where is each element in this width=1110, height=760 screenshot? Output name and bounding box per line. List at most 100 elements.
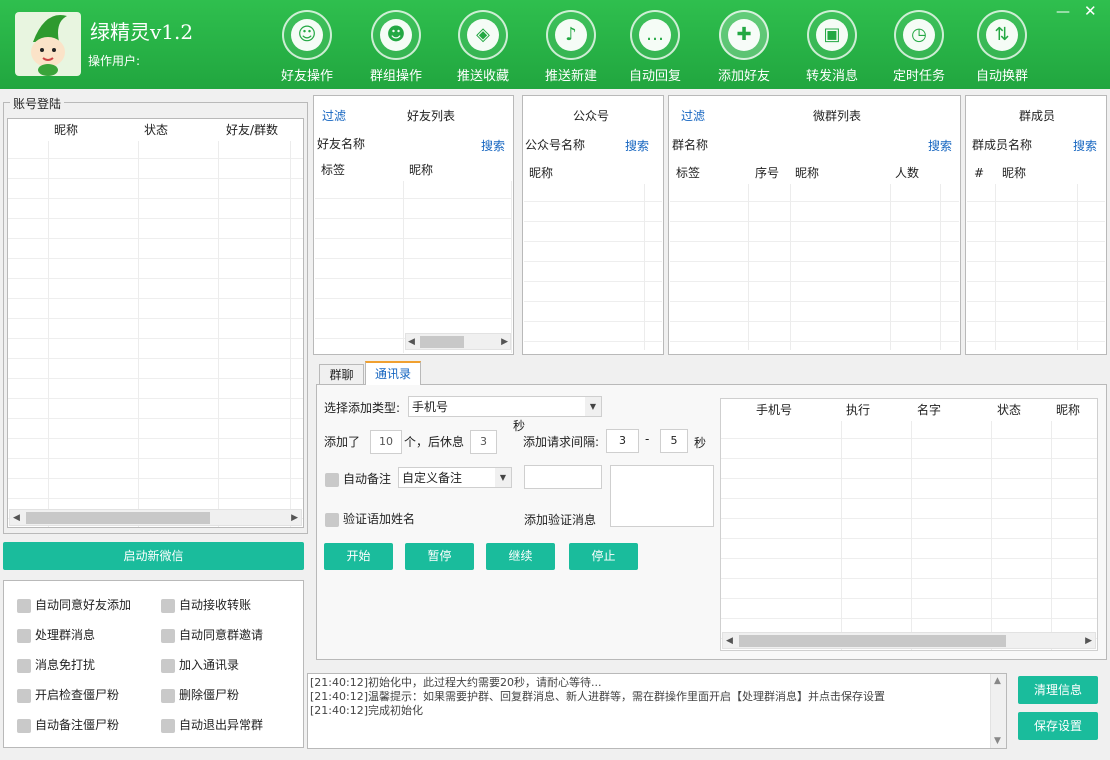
official-table[interactable]: 昵称 (524, 162, 662, 350)
interval-label: 添加请求间隔: (523, 435, 600, 449)
added-label: 添加了 (324, 435, 361, 449)
log-line: [21:40:12]温馨提示：如果需要护群、回复群消息、新人进群等，需在群操作里… (310, 690, 885, 703)
nav-friend-ops[interactable]: ☺ 好友操作 (267, 8, 347, 86)
vertical-scrollbar[interactable]: ▲ ▼ (990, 674, 1006, 748)
groups-search-button[interactable]: 搜索 (928, 137, 952, 154)
minimize-icon[interactable]: — (1056, 4, 1070, 20)
opt-add-to-contacts[interactable]: 加入通讯录 (161, 656, 239, 673)
account-group-title: 账号登陆 (10, 95, 65, 112)
tag-icon: ◈ (467, 19, 499, 51)
account-table[interactable]: 昵称 状态 好友/群数 ◀ ▶ (7, 118, 304, 528)
members-panel: 群成员 群成员名称 搜索 # 昵称 (965, 95, 1107, 355)
added-count-input[interactable]: 10 (370, 430, 402, 454)
chevron-down-icon: ▼ (495, 468, 511, 487)
chat-icon: … (639, 19, 671, 51)
seconds-label: 秒 (513, 419, 526, 433)
official-title: 公众号 (573, 109, 610, 123)
rest-count-input[interactable]: 3 (470, 430, 497, 454)
start-button[interactable]: 开始 (324, 543, 393, 570)
members-table[interactable]: # 昵称 (967, 162, 1105, 350)
groups-title: 微群列表 (813, 109, 862, 123)
pause-button[interactable]: 暂停 (405, 543, 474, 570)
add-result-table[interactable]: 手机号 执行 名字 状态 昵称 ◀ ▶ (720, 398, 1098, 651)
nav-scheduled-task[interactable]: ◷ 定时任务 (879, 8, 959, 86)
col-tag: 标签 (676, 166, 701, 180)
col-nickname: 昵称 (54, 123, 79, 137)
nav-push-favorites[interactable]: ◈ 推送收藏 (443, 8, 523, 86)
nav-label: 好友操作 (280, 69, 333, 84)
nav-auto-reply[interactable]: … 自动回复 (615, 8, 695, 86)
official-search-button[interactable]: 搜索 (625, 137, 649, 154)
interval-min-input[interactable]: 3 (606, 429, 639, 453)
members-search-button[interactable]: 搜索 (1073, 137, 1097, 154)
nav-label: 定时任务 (892, 69, 945, 84)
friends-panel: 过滤 好友列表 好友名称 搜索 标签 昵称 ◀ ▶ (313, 95, 514, 355)
auto-remark-checkbox[interactable]: 自动备注 (325, 470, 391, 487)
col-nickname: 昵称 (409, 163, 434, 177)
verify-add-name-checkbox[interactable]: 验证语加姓名 (325, 510, 415, 527)
options-panel: 自动同意好友添加 自动接收转账 处理群消息 自动同意群邀请 消息免打扰 加入通讯… (3, 580, 304, 748)
horizontal-scrollbar[interactable]: ◀ ▶ (9, 509, 302, 526)
friends-title: 好友列表 (407, 109, 456, 123)
nav-add-friend[interactable]: ✚ 添加好友 (704, 8, 784, 86)
contacts-tab-content: 选择添加类型: 手机号 ▼ 秒 添加了 10 个，后休息 3 添加请求间隔: 3 … (316, 384, 1107, 660)
stop-button[interactable]: 停止 (569, 543, 638, 570)
opt-auto-receive-transfer[interactable]: 自动接收转账 (161, 596, 251, 613)
members-title: 群成员 (1019, 109, 1056, 123)
groups-table[interactable]: 标签 序号 昵称 人数 (670, 162, 959, 350)
col-nickname: 昵称 (795, 166, 820, 180)
continue-button[interactable]: 继续 (486, 543, 555, 570)
contact-card-icon: ▣ (816, 19, 848, 51)
opt-remark-zombie[interactable]: 自动备注僵尸粉 (17, 716, 119, 733)
save-settings-button[interactable]: 保存设置 (1018, 712, 1098, 740)
header-bar: 绿精灵v1.2 操作用户: ☺ 好友操作 ☻ 群组操作 ◈ 推送收藏 ♪ 推送新建 … 自… (0, 0, 1110, 89)
opt-handle-group-msg[interactable]: 处理群消息 (17, 626, 95, 643)
remark-text-input[interactable] (524, 465, 602, 489)
friends-filter-link[interactable]: 过滤 (322, 107, 346, 124)
account-table-header: 昵称 状态 好友/群数 (8, 119, 303, 141)
groups-filter-link[interactable]: 过滤 (681, 107, 705, 124)
tab-group-chat[interactable]: 群聊 (319, 364, 364, 384)
friends-search-button[interactable]: 搜索 (481, 137, 505, 154)
official-panel: 公众号 公众号名称 搜索 昵称 (522, 95, 664, 355)
clock-icon: ◷ (903, 19, 935, 51)
col-hash: # (974, 166, 985, 180)
seconds-label-2: 秒 (694, 436, 707, 450)
log-line: [21:40:12]初始化中，此过程大约需要20秒，请耐心等待... (310, 676, 602, 689)
col-friend-group-count: 好友/群数 (226, 123, 279, 137)
col-status: 状态 (144, 123, 169, 137)
friends-search-label: 好友名称 (317, 137, 366, 151)
nav-push-new[interactable]: ♪ 推送新建 (531, 8, 611, 86)
nav-label: 推送新建 (544, 69, 597, 84)
opt-delete-zombie[interactable]: 删除僵尸粉 (161, 686, 239, 703)
friends-table[interactable]: 标签 昵称 ◀ ▶ (315, 159, 512, 353)
opt-exit-abnormal-group[interactable]: 自动退出异常群 (161, 716, 263, 733)
horizontal-scrollbar[interactable]: ◀ ▶ (405, 333, 511, 350)
clear-info-button[interactable]: 清理信息 (1018, 676, 1098, 704)
start-wechat-button[interactable]: 启动新微信 (3, 542, 304, 570)
remark-mode-select[interactable]: 自定义备注 ▼ (398, 467, 512, 488)
verify-message-textarea[interactable] (610, 465, 714, 527)
interval-max-input[interactable]: 5 (660, 429, 688, 453)
col-status: 状态 (997, 403, 1022, 417)
nav-group-ops[interactable]: ☻ 群组操作 (356, 8, 436, 86)
rest-label: 个，后休息 (404, 435, 465, 449)
nav-label: 添加好友 (717, 69, 770, 84)
close-icon[interactable]: ✕ (1084, 2, 1097, 20)
opt-auto-accept-friend[interactable]: 自动同意好友添加 (17, 596, 131, 613)
members-search-label: 群成员名称 (972, 138, 1033, 152)
log-area[interactable]: [21:40:12]初始化中，此过程大约需要20秒，请耐心等待... [21:4… (307, 673, 1007, 749)
nav-label: 转发消息 (805, 69, 858, 84)
horizontal-scrollbar[interactable]: ◀ ▶ (722, 632, 1096, 649)
nav-auto-switch-group[interactable]: ⇅ 自动换群 (962, 8, 1042, 86)
add-type-select[interactable]: 手机号 ▼ (408, 396, 602, 417)
tab-contacts[interactable]: 通讯录 (365, 361, 421, 385)
verify-message-label: 添加验证消息 (524, 513, 597, 527)
opt-do-not-disturb[interactable]: 消息免打扰 (17, 656, 95, 673)
col-nickname: 昵称 (1056, 403, 1081, 417)
phone-switch-icon: ⇅ (986, 19, 1018, 51)
opt-auto-accept-group-invite[interactable]: 自动同意群邀请 (161, 626, 263, 643)
interval-dash: - (645, 432, 650, 446)
opt-check-zombie[interactable]: 开启检查僵尸粉 (17, 686, 119, 703)
nav-forward-msg[interactable]: ▣ 转发消息 (792, 8, 872, 86)
